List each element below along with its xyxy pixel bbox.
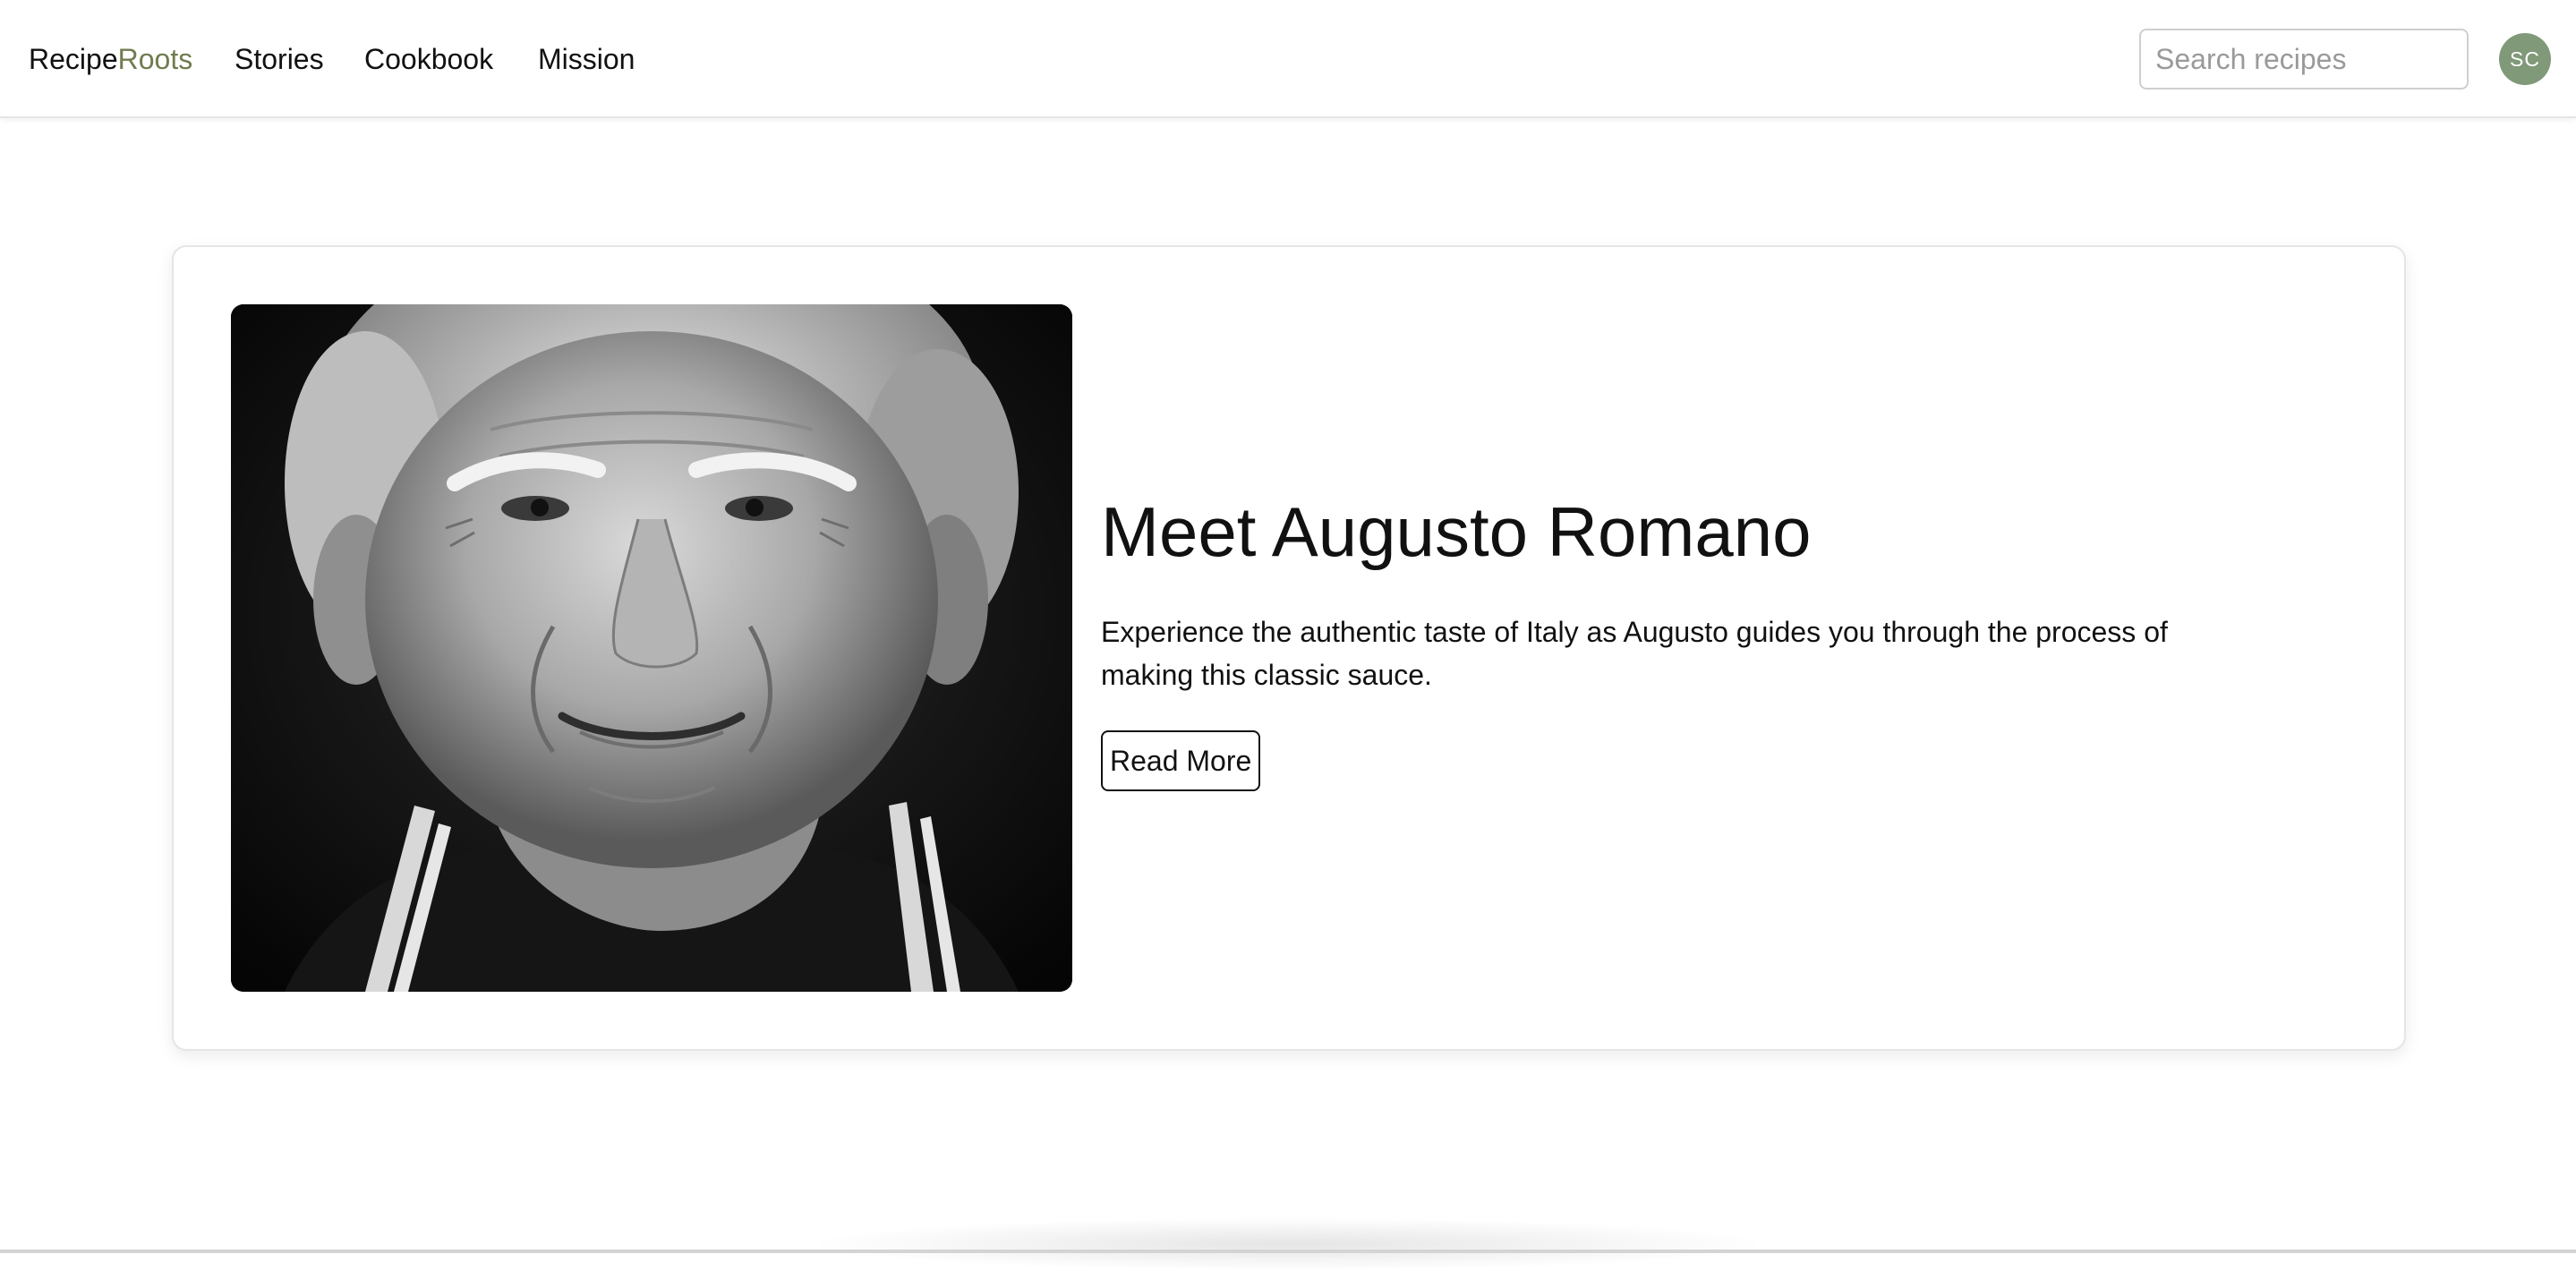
top-navbar: RecipeRoots Stories Cookbook Mission SC	[0, 0, 2576, 118]
avatar[interactable]: SC	[2499, 33, 2551, 85]
read-more-button[interactable]: Read More	[1101, 730, 1261, 791]
feature-title: Meet Augusto Romano	[1101, 492, 1812, 571]
nav-link-stories[interactable]: Stories	[235, 39, 324, 79]
page-bottom-edge	[0, 1250, 2576, 1253]
search-input[interactable]	[2139, 29, 2469, 90]
feature-content: Meet Augusto Romano Experience the authe…	[1101, 489, 2211, 791]
nav-link-mission[interactable]: Mission	[538, 39, 635, 79]
feature-description: Experience the authentic taste of Italy …	[1101, 616, 2168, 691]
brand-name-primary: Recipe	[29, 43, 118, 75]
feature-card: Meet Augusto Romano Experience the authe…	[172, 245, 2406, 1051]
feature-portrait-image	[231, 304, 1072, 992]
brand-name-accent: Roots	[117, 43, 193, 75]
brand-logo[interactable]: RecipeRoots	[29, 39, 192, 79]
next-section-shadow	[806, 1217, 1772, 1271]
nav-link-cookbook[interactable]: Cookbook	[364, 39, 493, 79]
